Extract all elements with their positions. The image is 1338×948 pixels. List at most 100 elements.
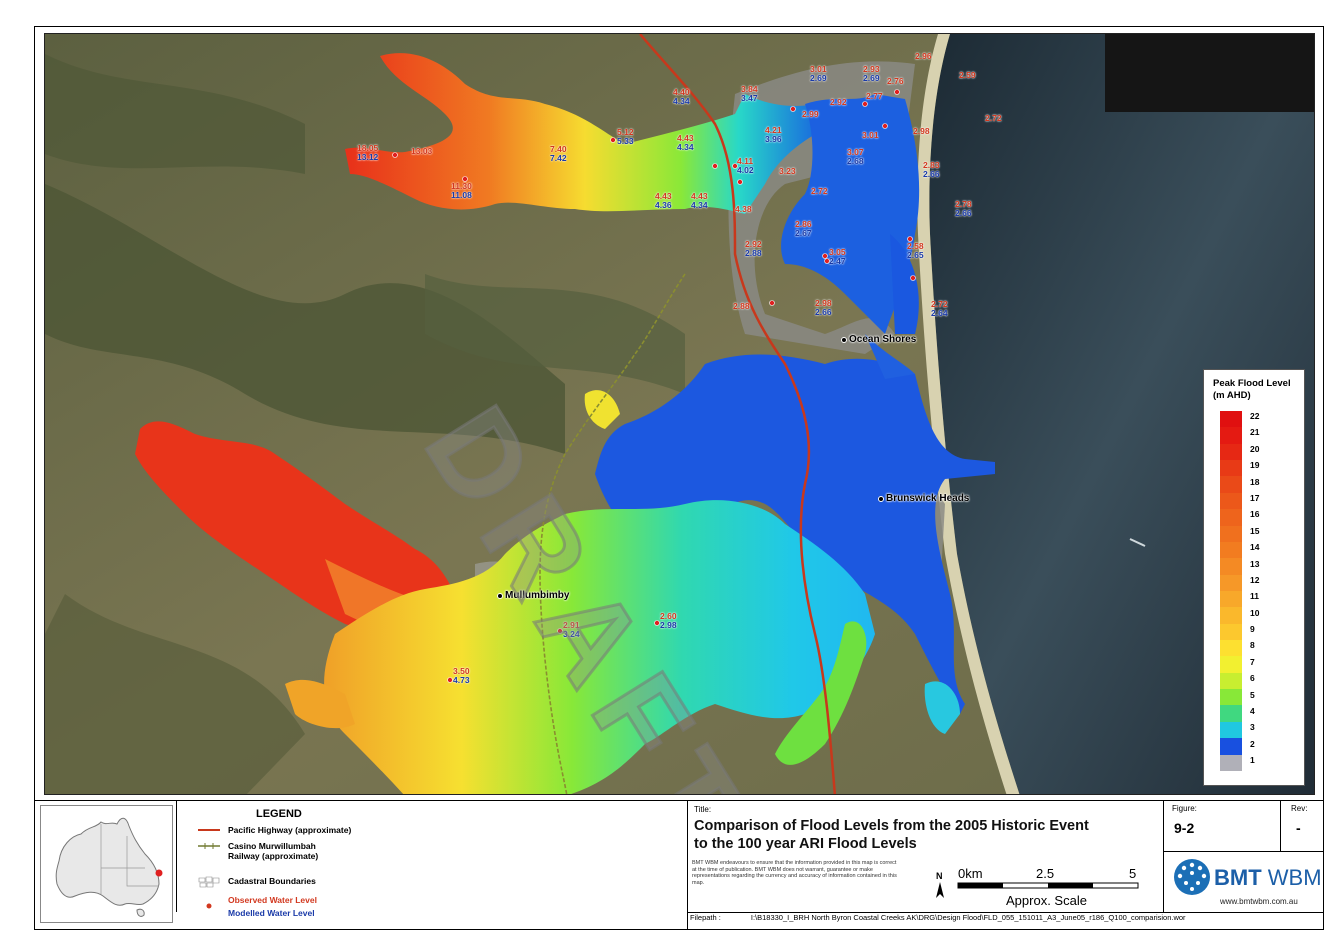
ramp-tick-label: 10 bbox=[1250, 607, 1260, 618]
ramp-swatch bbox=[1220, 460, 1242, 477]
level-label: 3.07 2.68 bbox=[847, 147, 864, 166]
filepath-row: Filepath : I:\B18330_I_BRH North Byron C… bbox=[690, 913, 1186, 922]
level-label: 2.78 2.66 bbox=[955, 199, 972, 218]
separator bbox=[176, 801, 177, 912]
ramp-swatch bbox=[1220, 672, 1242, 690]
ramp-swatch bbox=[1220, 574, 1242, 591]
ramp-tick-label: 8 bbox=[1250, 640, 1255, 651]
level-label: 4.43 4.36 bbox=[655, 191, 672, 210]
separator bbox=[687, 801, 688, 929]
level-label: 4.43 4.34 bbox=[677, 133, 694, 152]
legend-item-observed: Observed Water Level bbox=[198, 895, 317, 909]
level-label: 2.76 bbox=[887, 76, 904, 86]
level-label: 3.01 bbox=[862, 130, 879, 140]
level-label: 2.98 2.66 bbox=[815, 298, 832, 317]
ramp-swatch bbox=[1220, 525, 1242, 542]
ramp-tick-label: 19 bbox=[1250, 460, 1260, 471]
ramp-tick-label: 16 bbox=[1250, 509, 1260, 520]
flood-level-legend: Peak Flood Level (m AHD) 22 21 20 19 18 17 16 15… bbox=[1203, 369, 1305, 786]
ramp-tick-label: 4 bbox=[1250, 706, 1255, 717]
railway-line-icon bbox=[198, 841, 220, 851]
flood-map[interactable]: 18.05 13.12 13.03 11.30 11.08 7.40 7.42 5.1… bbox=[44, 33, 1315, 795]
level-label: 2.72 bbox=[811, 186, 828, 196]
ramp-tick-label: 15 bbox=[1250, 525, 1260, 536]
color-ramp-ticks: 22 21 20 19 18 17 16 15 14 13 12 11 10 9 8 7 6 5 4 3 2 1 bbox=[1250, 408, 1259, 769]
ramp-swatch bbox=[1220, 427, 1242, 444]
ramp-tick-label: 18 bbox=[1250, 476, 1260, 487]
australia-inset-map bbox=[40, 805, 173, 923]
australia-icon bbox=[55, 817, 163, 917]
level-label: 2.59 bbox=[959, 70, 976, 80]
filepath-caption: Filepath : bbox=[690, 913, 721, 922]
ramp-tick-label: 2 bbox=[1250, 738, 1255, 749]
level-label: 11.30 11.08 bbox=[451, 181, 472, 200]
ramp-tick-label: 22 bbox=[1250, 411, 1260, 421]
ramp-swatch bbox=[1220, 607, 1242, 624]
level-label: 2.92 bbox=[830, 97, 847, 107]
level-label: 2.98 bbox=[913, 126, 930, 136]
figure-block: Figure: 9-2 Rev: - bbox=[1166, 802, 1321, 852]
level-label: 4.40 4.34 bbox=[673, 87, 690, 106]
company-url[interactable]: www.bmtwbm.com.au bbox=[1220, 897, 1298, 906]
legend-title: LEGEND bbox=[256, 808, 302, 820]
ramp-swatch bbox=[1220, 623, 1242, 641]
level-label: 18.05 13.12 bbox=[357, 143, 379, 162]
ramp-tick-label: 9 bbox=[1250, 624, 1255, 635]
company-name: BMT WBM bbox=[1214, 865, 1322, 890]
ramp-tick-label: 14 bbox=[1250, 542, 1260, 553]
figure-number: 9-2 bbox=[1174, 820, 1195, 836]
ramp-tick-label: 5 bbox=[1250, 689, 1255, 700]
scale-label-mid: 2.5 bbox=[1036, 866, 1055, 881]
ramp-tick-label: 3 bbox=[1250, 722, 1255, 733]
map-legend: LEGEND Pacific Highway (approximate) Cas… bbox=[178, 805, 686, 923]
title-caption: Title: bbox=[694, 805, 712, 814]
level-label: 2.99 bbox=[802, 109, 819, 119]
highway-line-icon bbox=[198, 825, 220, 835]
ramp-tick-label: 13 bbox=[1250, 558, 1260, 569]
observed-dot-icon bbox=[198, 895, 220, 909]
level-label: 7.40 7.42 bbox=[550, 144, 567, 163]
ramp-tick-label: 12 bbox=[1250, 574, 1260, 585]
ramp-swatch bbox=[1220, 705, 1242, 722]
figure-caption: Figure: bbox=[1172, 804, 1197, 813]
scale-label-end: 5 bbox=[1129, 866, 1137, 881]
ramp-tick-label: 6 bbox=[1250, 673, 1255, 684]
town-marker bbox=[841, 336, 847, 343]
ramp-tick-label: 20 bbox=[1250, 443, 1260, 454]
scale-label-0: 0km bbox=[958, 866, 983, 881]
level-label: 2.92 2.88 bbox=[745, 239, 762, 258]
ramp-tick-label: 17 bbox=[1250, 492, 1260, 503]
rev-value: - bbox=[1296, 820, 1301, 836]
ramp-swatch bbox=[1220, 443, 1242, 461]
ramp-swatch bbox=[1220, 656, 1242, 673]
ramp-tick-label: 21 bbox=[1250, 427, 1260, 438]
ramp-tick-label: 11 bbox=[1250, 591, 1259, 602]
level-label: 4.11 4.02 bbox=[737, 156, 754, 175]
legend-item-highway: Pacific Highway (approximate) bbox=[198, 825, 351, 835]
town-label-brunswick-heads[interactable]: Brunswick Heads bbox=[878, 493, 969, 504]
ramp-swatch bbox=[1220, 754, 1242, 771]
level-label: 4.38 bbox=[735, 204, 752, 214]
legend-item-cadastral: Cadastral Boundaries bbox=[198, 876, 316, 888]
ramp-swatch bbox=[1220, 640, 1242, 657]
level-label: 3.01 2.69 bbox=[810, 64, 827, 83]
level-label: 4.21 3.96 bbox=[765, 125, 782, 144]
ramp-swatch bbox=[1220, 541, 1242, 559]
ramp-swatch bbox=[1220, 492, 1242, 510]
rev-caption: Rev: bbox=[1291, 804, 1308, 813]
ramp-swatch bbox=[1220, 476, 1242, 493]
level-label: 3.50 4.73 bbox=[453, 666, 470, 685]
map-title: Comparison of Flood Levels from the 2005… bbox=[694, 818, 1089, 852]
ramp-swatch bbox=[1220, 558, 1242, 575]
bottom-divider bbox=[34, 800, 1324, 801]
level-label: 2.96 bbox=[915, 51, 932, 61]
level-label: 5.12 5.33 bbox=[617, 127, 634, 146]
level-label: 2.58 2.65 bbox=[907, 241, 924, 260]
bmt-globe-icon bbox=[1174, 859, 1210, 895]
company-logo[interactable]: BMT WBM www.bmtwbm.com.au bbox=[1170, 855, 1322, 913]
cadastral-hatch-icon bbox=[198, 876, 220, 888]
level-label: 2.88 bbox=[733, 301, 750, 311]
color-ramp bbox=[1220, 411, 1242, 771]
town-label-ocean-shores[interactable]: Ocean Shores bbox=[841, 334, 916, 345]
town-marker bbox=[878, 495, 884, 502]
